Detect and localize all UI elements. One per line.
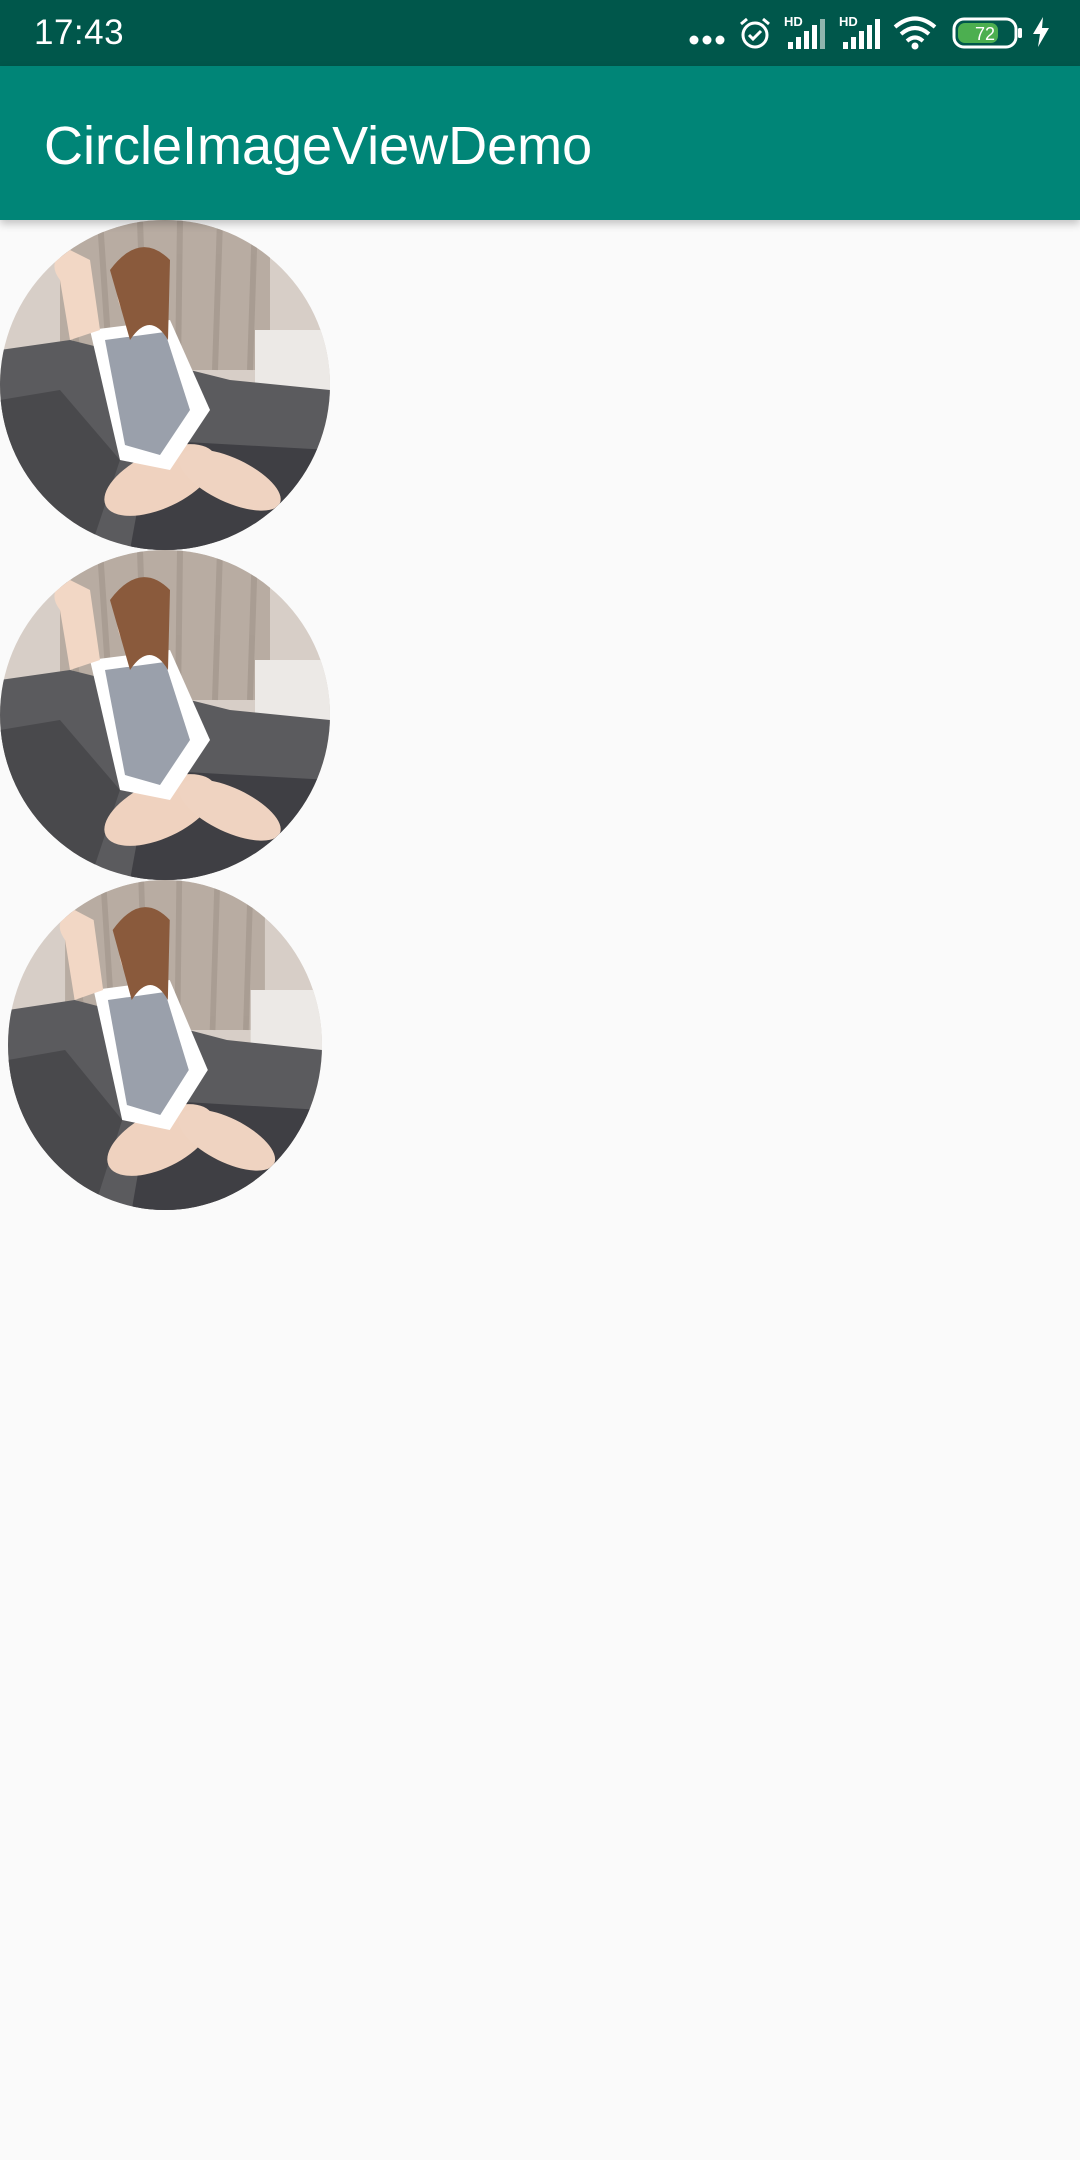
content-area — [0, 220, 1080, 2160]
circle-image-view[interactable] — [8, 880, 322, 1210]
wifi-icon — [893, 16, 937, 50]
signal-hd-label: HD — [784, 14, 803, 29]
photo-image — [8, 880, 322, 1210]
charging-icon — [1033, 17, 1049, 47]
photo-image — [0, 550, 330, 880]
status-icons: HD HD 72 — [660, 0, 1080, 66]
photo-image — [0, 220, 330, 550]
circle-image-view[interactable] — [0, 550, 330, 880]
more-dots-icon — [689, 35, 725, 45]
battery-icon: 72 — [952, 17, 1022, 49]
circle-image-view[interactable] — [0, 220, 330, 550]
app-title: CircleImageViewDemo — [44, 116, 593, 176]
status-time: 17:43 — [34, 13, 125, 52]
signal-hd-icon: HD — [839, 14, 880, 49]
alarm-icon — [740, 17, 770, 49]
signal-hd-label: HD — [839, 14, 858, 29]
signal-hd-icon: HD — [784, 14, 825, 49]
status-bar: 17:43 HD HD 72 — [0, 0, 1080, 66]
battery-level-text: 72 — [975, 24, 995, 44]
app-bar: CircleImageViewDemo — [0, 66, 1080, 220]
